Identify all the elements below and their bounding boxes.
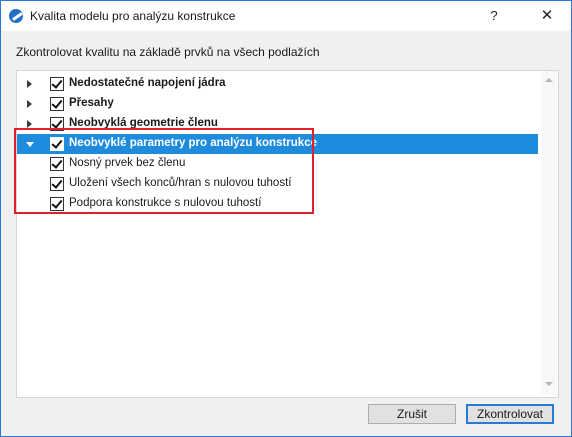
dialog-window: Kvalita modelu pro analýzu konstrukce ? … <box>0 0 572 437</box>
check-button[interactable]: Zkontrolovat <box>466 404 554 424</box>
checkbox[interactable] <box>50 97 64 111</box>
instruction-text: Zkontrolovat kvalitu na základě prvků na… <box>16 45 320 59</box>
close-icon[interactable]: ✕ <box>527 1 567 31</box>
help-button[interactable]: ? <box>476 1 512 31</box>
check-tree[interactable]: Nedostatečné napojení jádra Přesahy Neob… <box>16 70 559 398</box>
title-bar: Kvalita modelu pro analýzu konstrukce ? … <box>1 1 571 31</box>
tree-item-nedostatecne-napojeni-jadra[interactable]: Nedostatečné napojení jádra <box>17 74 538 94</box>
tree-item-presahy[interactable]: Přesahy <box>17 94 538 114</box>
checkbox[interactable] <box>50 77 64 91</box>
app-icon <box>9 9 23 23</box>
expand-arrow-icon[interactable] <box>27 120 32 128</box>
tree-item-label: Nedostatečné napojení jádra <box>69 77 226 89</box>
highlight-frame <box>14 128 314 214</box>
vertical-scrollbar[interactable] <box>541 71 557 395</box>
expand-arrow-icon[interactable] <box>27 100 32 108</box>
window-title: Kvalita modelu pro analýzu konstrukce <box>30 9 236 23</box>
expand-arrow-icon[interactable] <box>27 80 32 88</box>
scroll-down-icon[interactable] <box>545 382 553 386</box>
scroll-up-icon[interactable] <box>545 78 553 82</box>
tree-item-label: Přesahy <box>69 97 114 109</box>
cancel-button[interactable]: Zrušit <box>368 404 456 424</box>
